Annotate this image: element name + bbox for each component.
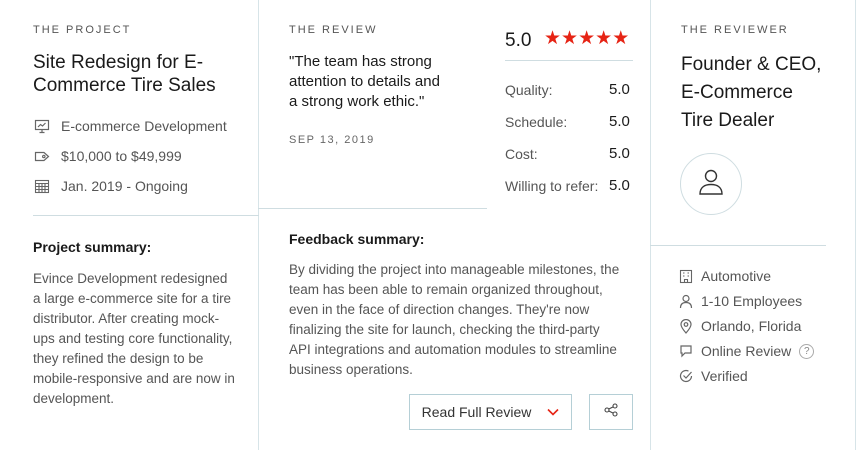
- person-icon: [677, 293, 695, 309]
- feedback-summary-line: API integrations and automation modules …: [289, 342, 617, 357]
- project-divider: [33, 215, 259, 216]
- project-summary-line: a large e-commerce site for a tire: [33, 291, 232, 306]
- star-rating: ★★★★★: [544, 29, 629, 49]
- review-quote-line: attention to details and: [289, 73, 440, 90]
- reviewer-divider: [650, 245, 826, 246]
- project-summary: Evince Development redesigned a large e-…: [33, 269, 253, 409]
- project-service-text: E-commerce Development: [61, 118, 227, 134]
- review-divider: [258, 208, 487, 209]
- project-dates-text: Jan. 2019 - Ongoing: [61, 178, 188, 194]
- read-full-review-button[interactable]: Read Full Review: [409, 394, 572, 430]
- project-summary-line: Evince Development redesigned: [33, 271, 228, 286]
- reviewer-verification-text: Verified: [701, 368, 748, 384]
- score-label-cost: Cost:: [505, 146, 538, 162]
- project-dates: Jan. 2019 - Ongoing: [33, 178, 188, 194]
- reviewer-title-line: Founder & CEO,: [681, 54, 822, 75]
- star-icon: ★: [595, 28, 613, 49]
- score-value-cost: 5.0: [609, 145, 630, 162]
- review-quote-line: a strong work ethic.": [289, 93, 425, 110]
- feedback-summary-heading: Feedback summary:: [289, 231, 425, 247]
- score-label-willing-to-refer: Willing to refer:: [505, 178, 599, 194]
- project-summary-line: distributor. After creating mock-: [33, 311, 220, 326]
- project-budget-text: $10,000 to $49,999: [61, 148, 182, 164]
- feedback-summary-line: even in the face of direction changes. T…: [289, 302, 590, 317]
- feedback-summary: By dividing the project into manageable …: [289, 260, 644, 380]
- price-tag-icon: [33, 148, 51, 164]
- reviewer-eyebrow: THE REVIEWER: [681, 24, 789, 36]
- reviewer-company-size-text: 1-10 Employees: [701, 293, 803, 309]
- user-avatar-icon: [698, 168, 724, 201]
- score-label-quality: Quality:: [505, 82, 553, 98]
- feedback-summary-line: By dividing the project into manageable …: [289, 262, 620, 277]
- project-budget: $10,000 to $49,999: [33, 148, 182, 164]
- project-summary-line: mobile-responsive and are now in: [33, 371, 235, 386]
- project-summary-line: they refined the design to be: [33, 351, 204, 366]
- project-summary-line: development.: [33, 391, 115, 406]
- project-service: E-commerce Development: [33, 118, 227, 134]
- score-value-willing-to-refer: 5.0: [609, 177, 630, 194]
- reviewer-review-source-text: Online Review: [701, 343, 792, 359]
- card-right-border: [855, 0, 856, 450]
- check-circle-icon: [677, 368, 695, 384]
- review-quote-line: "The team has strong: [289, 53, 432, 70]
- project-eyebrow: THE PROJECT: [33, 24, 132, 36]
- chevron-down-icon: [547, 403, 559, 421]
- score-value-quality: 5.0: [609, 81, 630, 98]
- feedback-summary-line: finalizing the site for launch, checking…: [289, 322, 600, 337]
- chat-bubble-icon: [677, 343, 695, 359]
- reviewer-location: Orlando, Florida: [677, 318, 801, 334]
- reviewer-title-line: Tire Dealer: [681, 110, 775, 131]
- score-label-schedule: Schedule:: [505, 114, 568, 130]
- avatar: [680, 153, 742, 215]
- rating-divider: [505, 60, 633, 61]
- overall-rating: 5.0: [505, 30, 532, 51]
- column-divider-right: [650, 0, 651, 450]
- reviewer-industry-text: Automotive: [701, 268, 772, 284]
- reviewer-industry: Automotive: [677, 268, 771, 284]
- score-value-schedule: 5.0: [609, 113, 630, 130]
- reviewer-title-line: E-Commerce: [681, 82, 793, 103]
- location-pin-icon: [677, 318, 695, 334]
- project-summary-line: ups and testing core functionality,: [33, 331, 233, 346]
- star-icon: ★: [578, 28, 596, 49]
- project-title-line: Commerce Tire Sales: [33, 75, 216, 96]
- read-full-review-label: Read Full Review: [421, 404, 532, 420]
- feedback-summary-line: business operations.: [289, 362, 413, 377]
- help-icon[interactable]: ?: [799, 343, 815, 359]
- column-divider-left: [258, 0, 259, 450]
- reviewer-verification: Verified: [677, 368, 748, 384]
- star-icon: ★: [612, 28, 630, 49]
- review-date: SEP 13, 2019: [289, 134, 375, 146]
- project-title-line: Site Redesign for E-: [33, 52, 204, 73]
- review-card: THE PROJECT Site Redesign for E- Commerc…: [0, 0, 857, 450]
- review-quote: "The team has strong attention to detail…: [289, 52, 440, 112]
- share-button[interactable]: [589, 394, 633, 430]
- calendar-icon: [33, 178, 51, 194]
- star-icon: ★: [561, 28, 579, 49]
- star-icon: ★: [544, 28, 562, 49]
- reviewer-review-source: Online Review ?: [677, 343, 815, 359]
- project-title: Site Redesign for E- Commerce Tire Sales: [33, 51, 216, 97]
- reviewer-title: Founder & CEO, E-Commerce Tire Dealer: [681, 51, 821, 135]
- project-summary-heading: Project summary:: [33, 239, 152, 255]
- feedback-summary-line: team has been able to remain organized t…: [289, 282, 603, 297]
- building-icon: [677, 268, 695, 284]
- reviewer-location-text: Orlando, Florida: [701, 318, 802, 334]
- presentation-icon: [33, 118, 51, 134]
- review-eyebrow: THE REVIEW: [289, 24, 378, 36]
- reviewer-company-size: 1-10 Employees: [677, 293, 802, 309]
- share-icon: [604, 402, 618, 422]
